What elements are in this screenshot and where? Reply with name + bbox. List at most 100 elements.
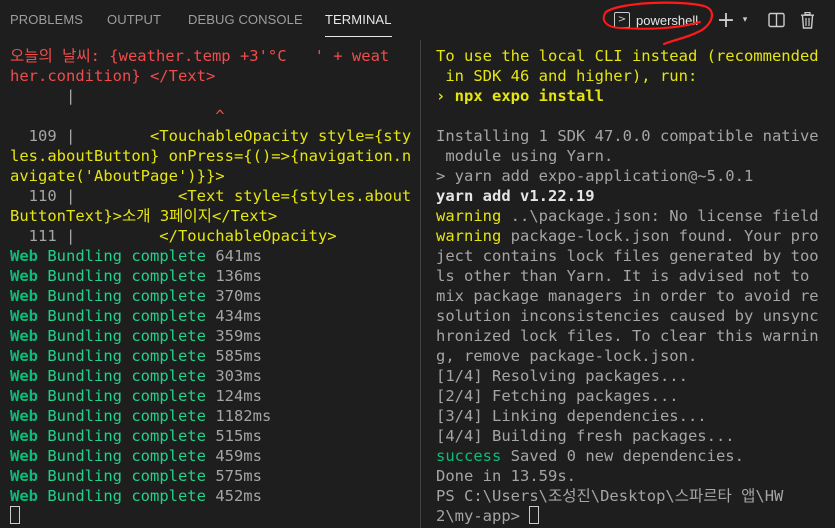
- terminal-text: 303ms: [215, 367, 262, 385]
- terminal-line: hronized lock files. To clear this warni…: [436, 326, 835, 346]
- terminal-text: To use the local CLI instead (recommende…: [436, 47, 819, 65]
- terminal-text: Bundling complete: [38, 447, 216, 465]
- terminal-line: Web Bundling complete 136ms: [10, 266, 416, 286]
- terminal-text: Bundling complete: [38, 307, 216, 325]
- terminal-text: 오늘의 날씨: {weather.temp +3'°C ' + weat: [10, 47, 390, 65]
- terminal-line: 110 | <Text style={styles.about: [10, 186, 416, 206]
- terminal-text: mix package managers in order to avoid r…: [436, 287, 819, 305]
- kill-terminal-button[interactable]: [797, 10, 817, 30]
- pane-divider[interactable]: [420, 40, 421, 528]
- terminal-line: Web Bundling complete 641ms: [10, 246, 416, 266]
- terminal-selector[interactable]: > powershell: [614, 10, 698, 30]
- terminal-line: module using Yarn.: [436, 146, 835, 166]
- terminal-text: [2/4] Fetching packages...: [436, 387, 679, 405]
- terminal-text: Bundling complete: [38, 267, 216, 285]
- terminal-text: Bundling complete: [38, 247, 216, 265]
- terminal-line: [3/4] Linking dependencies...: [436, 406, 835, 426]
- terminal-line: les.aboutButton} onPress={()=>{navigatio…: [10, 146, 416, 166]
- terminal-line: > yarn add expo-application@~5.0.1: [436, 166, 835, 186]
- terminal-line: 2\my-app>: [436, 506, 835, 526]
- tab-terminal[interactable]: TERMINAL: [325, 12, 392, 37]
- terminal-text: Web: [10, 367, 38, 385]
- terminal-cursor: [529, 506, 540, 524]
- terminal-text: 434ms: [215, 307, 262, 325]
- terminal-shell-label: powershell: [636, 12, 699, 28]
- terminal-line: her.condition} </Text>: [10, 66, 416, 86]
- terminal-line: ButtonText}>소개 3페이지</Text>: [10, 206, 416, 226]
- terminal-text: Bundling complete: [38, 367, 216, 385]
- terminal-text: avigate('AboutPage')}}>: [10, 167, 225, 185]
- terminal-line: ^: [10, 106, 416, 126]
- terminal-line: warning package-lock.json found. Your pr…: [436, 226, 835, 246]
- terminal-line: [2/4] Fetching packages...: [436, 386, 835, 406]
- terminal-text: Web: [10, 247, 38, 265]
- terminal-text: ject contains lock files generated by to…: [436, 247, 819, 265]
- terminal-text: |: [10, 87, 76, 105]
- terminal-line: Web Bundling complete 515ms: [10, 426, 416, 446]
- terminal-line: Web Bundling complete 124ms: [10, 386, 416, 406]
- terminal-line: in SDK 46 and higher), run:: [436, 66, 835, 86]
- terminal-line: [4/4] Building fresh packages...: [436, 426, 835, 446]
- terminal-text: </TouchableOpacity>: [84, 227, 337, 245]
- terminal-line: Installing 1 SDK 47.0.0 compatible nativ…: [436, 126, 835, 146]
- terminal-text: les.aboutButton} onPress={()=>{navigatio…: [10, 147, 412, 165]
- terminal-text: Web: [10, 407, 38, 425]
- terminal-text: 111 |: [10, 227, 85, 245]
- terminal-text: Saved 0 new dependencies.: [501, 447, 744, 465]
- terminal-text: Web: [10, 427, 38, 445]
- terminal-text: Bundling complete: [38, 287, 216, 305]
- terminal-text: <TouchableOpacity style={sty: [84, 127, 412, 145]
- terminal-text: 2\my-app>: [436, 507, 530, 525]
- terminal-text: 459ms: [215, 447, 262, 465]
- terminal-text: Bundling complete: [38, 327, 216, 345]
- tab-output[interactable]: OUTPUT: [107, 12, 161, 30]
- terminal-text: package-lock.json found. Your pro: [501, 227, 819, 245]
- terminal-pane-left[interactable]: 오늘의 날씨: {weather.temp +3'°C ' + weat her.…: [10, 46, 416, 528]
- terminal-line: Web Bundling complete 585ms: [10, 346, 416, 366]
- terminal-text: Done in 13.59s.: [436, 467, 576, 485]
- terminal-text: > yarn add expo-application@~5.0.1: [436, 167, 754, 185]
- terminal-text: Web: [10, 447, 38, 465]
- terminal-text: solution inconsistencies caused by unsyn…: [436, 307, 819, 325]
- terminal-text: 124ms: [215, 387, 262, 405]
- terminal-line: PS C:\Users\조성진\Desktop\스파르타 앱\HW: [436, 486, 835, 506]
- terminal-text: warning: [436, 227, 502, 245]
- terminal-text: in SDK 46 and higher), run:: [436, 67, 698, 85]
- terminal-line: ject contains lock files generated by to…: [436, 246, 835, 266]
- terminal-text: 359ms: [215, 327, 262, 345]
- terminal-text: Web: [10, 467, 38, 485]
- terminal-text: ^: [10, 107, 225, 125]
- terminal-text: success: [436, 447, 502, 465]
- terminal-text: Web: [10, 327, 38, 345]
- terminal-text: 136ms: [215, 267, 262, 285]
- terminal-powershell-icon: >: [614, 12, 630, 28]
- terminal-text: module using Yarn.: [436, 147, 614, 165]
- terminal-line: solution inconsistencies caused by unsyn…: [436, 306, 835, 326]
- panel-header: PROBLEMS OUTPUT DEBUG CONSOLE TERMINAL >…: [0, 0, 835, 46]
- terminal-text: Bundling complete: [38, 467, 216, 485]
- more-actions-icon[interactable]: [824, 10, 835, 30]
- terminal-text: Web: [10, 487, 38, 505]
- terminal-text: Bundling complete: [38, 427, 216, 445]
- terminal-line: Web Bundling complete 370ms: [10, 286, 416, 306]
- terminal-text: ButtonText}>소개 3페이지</Text>: [10, 207, 278, 225]
- tab-debug-console[interactable]: DEBUG CONSOLE: [188, 12, 303, 30]
- terminal-text: 109 |: [10, 127, 85, 145]
- terminal-text: Web: [10, 307, 38, 325]
- terminal-line: 오늘의 날씨: {weather.temp +3'°C ' + weat: [10, 46, 416, 66]
- terminal-text: Web: [10, 387, 38, 405]
- split-icon: [767, 12, 785, 28]
- terminal-line: mix package managers in order to avoid r…: [436, 286, 835, 306]
- terminal-line: Web Bundling complete 459ms: [10, 446, 416, 466]
- chevron-down-icon[interactable]: ▾: [738, 10, 752, 30]
- tab-problems[interactable]: PROBLEMS: [10, 12, 83, 30]
- terminal-text: 452ms: [215, 487, 262, 505]
- terminal-line: Web Bundling complete 434ms: [10, 306, 416, 326]
- split-terminal-button[interactable]: [766, 10, 786, 30]
- new-terminal-button[interactable]: +: [716, 8, 736, 33]
- terminal-cursor: [10, 506, 20, 524]
- terminal-text: [1/4] Resolving packages...: [436, 367, 688, 385]
- terminal-line: yarn add v1.22.19: [436, 186, 835, 206]
- terminal-pane-right[interactable]: To use the local CLI instead (recommende…: [436, 46, 835, 528]
